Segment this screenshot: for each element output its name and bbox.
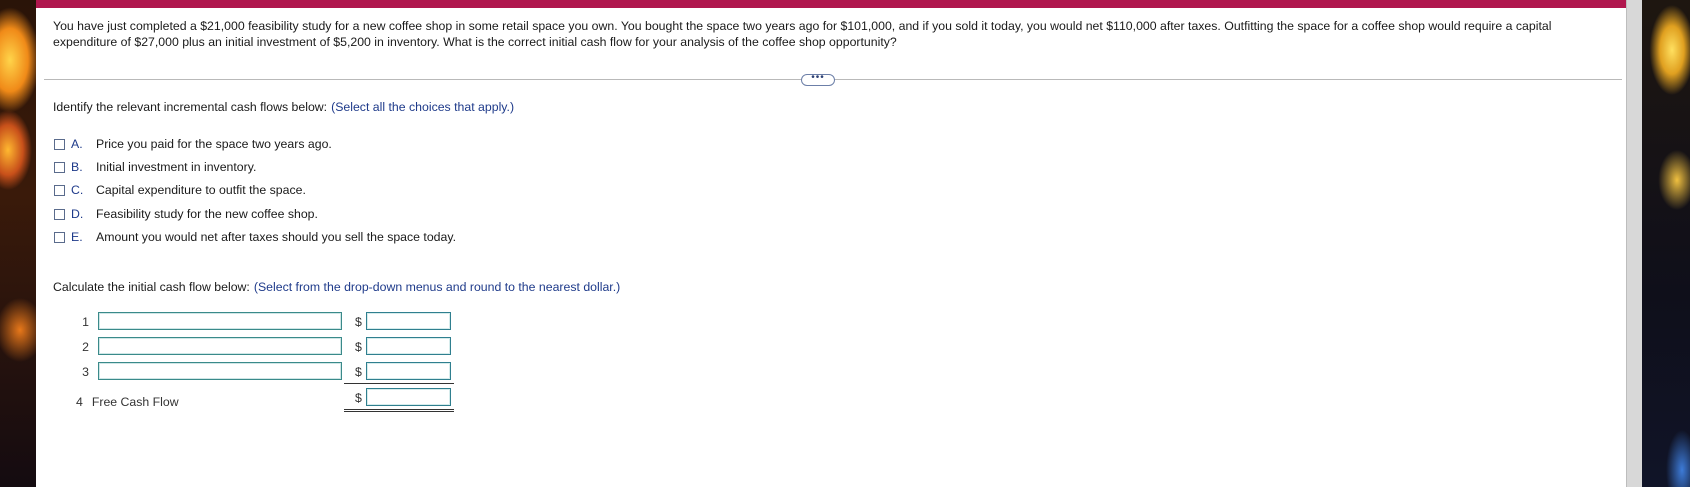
part2-prompt: Calculate the initial cash flow below: (S…: [53, 280, 620, 294]
question-panel: You have just completed a $21,000 feasib…: [36, 0, 1626, 487]
row-4-number: 4: [76, 395, 83, 409]
row-2-number: 2: [82, 340, 89, 354]
row-2-dropdown[interactable]: [98, 337, 342, 355]
choice-e[interactable]: E. Amount you would net after taxes shou…: [54, 229, 456, 245]
row-3-dropdown[interactable]: [98, 362, 342, 380]
choice-b-text: Initial investment in inventory.: [96, 160, 257, 174]
vertical-scrollbar[interactable]: [1626, 0, 1643, 487]
choice-a-text: Price you paid for the space two years a…: [96, 137, 332, 151]
row-2-currency: $: [355, 340, 362, 354]
free-cash-flow-row: 4 Free Cash Flow: [76, 395, 179, 409]
choice-d-letter: D.: [71, 207, 84, 221]
choice-b-letter: B.: [71, 160, 83, 174]
row-3-currency: $: [355, 365, 362, 379]
choice-a[interactable]: A. Price you paid for the space two year…: [54, 136, 332, 152]
row-1-number: 1: [82, 315, 89, 329]
row-3-amount-input[interactable]: [366, 362, 451, 380]
free-cash-flow-input[interactable]: [366, 388, 451, 406]
part1-prompt: Identify the relevant incremental cash f…: [53, 100, 514, 114]
part1-prompt-text: Identify the relevant incremental cash f…: [53, 100, 328, 114]
choice-e-text: Amount you would net after taxes should …: [96, 230, 457, 244]
part2-hint: (Select from the drop-down menus and rou…: [253, 280, 621, 294]
choice-d-checkbox[interactable]: [54, 208, 65, 220]
choice-a-letter: A.: [71, 137, 83, 151]
choice-c-checkbox[interactable]: [54, 184, 65, 196]
choice-b[interactable]: B. Initial investment in inventory.: [54, 159, 256, 175]
desktop-background-left: [0, 0, 36, 487]
choice-b-checkbox[interactable]: [54, 161, 65, 173]
choice-d[interactable]: D. Feasibility study for the new coffee …: [54, 206, 318, 222]
desktop-background-right: [1642, 0, 1690, 487]
choice-d-text: Feasibility study for the new coffee sho…: [96, 207, 318, 221]
row-1-currency: $: [355, 315, 362, 329]
free-cash-flow-label: Free Cash Flow: [91, 395, 179, 409]
choice-c-text: Capital expenditure to outfit the space.: [96, 183, 306, 197]
question-text: You have just completed a $21,000 feasib…: [53, 19, 1552, 49]
choice-e-checkbox[interactable]: [54, 231, 65, 243]
choice-c[interactable]: C. Capital expenditure to outfit the spa…: [54, 182, 306, 198]
part2-prompt-text: Calculate the initial cash flow below:: [53, 280, 250, 294]
row-4-currency: $: [355, 391, 362, 405]
row-1-amount-input[interactable]: [366, 312, 451, 330]
part1-hint: (Select all the choices that apply.): [331, 100, 515, 114]
choice-c-letter: C.: [71, 183, 84, 197]
choice-a-checkbox[interactable]: [54, 138, 65, 150]
choice-e-letter: E.: [71, 230, 83, 244]
row-2-amount-input[interactable]: [366, 337, 451, 355]
total-double-rule: [344, 409, 454, 412]
expand-more-button[interactable]: •••: [801, 73, 835, 86]
subtotal-rule: [344, 383, 454, 384]
row-3-number: 3: [82, 365, 89, 379]
header-accent-bar: [36, 0, 1626, 8]
row-1-dropdown[interactable]: [98, 312, 342, 330]
